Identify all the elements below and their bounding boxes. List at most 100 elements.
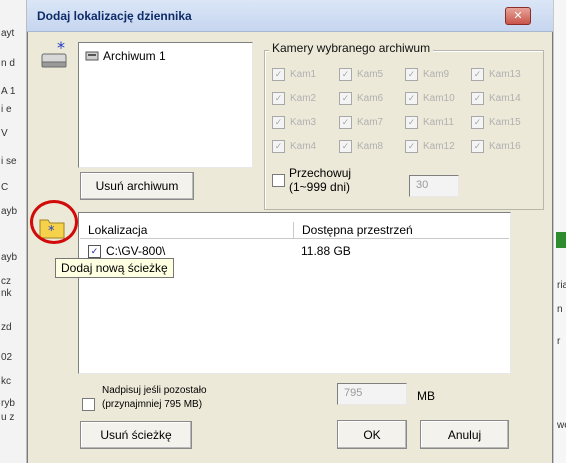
- archive-icon: [85, 51, 99, 61]
- background-text: we: [557, 420, 566, 431]
- camera-checkbox[interactable]: ✓ Kam12: [405, 140, 455, 153]
- background-text: ayb: [1, 206, 18, 217]
- camera-label: Kam7: [357, 117, 384, 128]
- add-archive-icon[interactable]: *: [40, 40, 70, 74]
- ok-button[interactable]: OK: [337, 420, 407, 449]
- highlight-circle: [30, 200, 78, 244]
- background-text: cz: [1, 276, 11, 287]
- camera-checkbox[interactable]: ✓ Kam6: [339, 92, 383, 105]
- camera-checkbox[interactable]: ✓ Kam4: [272, 140, 316, 153]
- checkbox-checked-icon: ✓: [339, 116, 352, 129]
- background-left-strip: ayt n d A 1 i e Vi se Cayb ayb cz nk zd 02 kc ryb u z: [0, 0, 27, 463]
- camera-checkbox[interactable]: ✓ Kam1: [272, 68, 316, 81]
- camera-checkbox[interactable]: ✓ Kam7: [339, 116, 383, 129]
- camera-label: Kam12: [423, 141, 455, 152]
- background-text: ria: [557, 280, 566, 291]
- camera-label: Kam3: [290, 117, 317, 128]
- retain-label: Przechowuj (1~999 dni): [289, 166, 351, 194]
- close-button[interactable]: ✕: [505, 7, 531, 25]
- checkbox-checked-icon: ✓: [405, 116, 418, 129]
- background-text: ayb: [1, 252, 18, 263]
- background-text: ayt: [1, 28, 15, 39]
- camera-label: Kam4: [290, 141, 317, 152]
- camera-label: Kam8: [357, 141, 384, 152]
- checkbox-checked-icon: ✓: [471, 116, 484, 129]
- archive-list[interactable]: Archiwum 1: [78, 42, 253, 168]
- camera-checkbox[interactable]: ✓ Kam5: [339, 68, 383, 81]
- retain-days-input[interactable]: 30: [409, 175, 459, 197]
- background-text: ryb: [1, 398, 15, 409]
- checkbox-checked-icon: ✓: [272, 92, 285, 105]
- camera-checkbox[interactable]: ✓ Kam11: [405, 116, 454, 129]
- checkbox-checked-icon: ✓: [405, 140, 418, 153]
- checkbox-checked-icon: ✓: [471, 92, 484, 105]
- table-row[interactable]: ✓ C:\GV-800\: [88, 244, 165, 258]
- camera-label: Kam14: [489, 93, 521, 104]
- camera-checkbox[interactable]: ✓ Kam14: [471, 92, 521, 105]
- close-icon: ✕: [513, 10, 523, 22]
- camera-label: Kam6: [357, 93, 384, 104]
- camera-label: Kam15: [489, 117, 521, 128]
- camera-checkbox[interactable]: ✓ Kam3: [272, 116, 316, 129]
- checkbox-checked-icon: ✓: [471, 68, 484, 81]
- background-text: u z: [1, 412, 15, 423]
- camera-label: Kam1: [290, 69, 317, 80]
- background-text: n d: [1, 58, 15, 69]
- camera-checkbox[interactable]: ✓ Kam15: [471, 116, 521, 129]
- background-text: 02: [1, 352, 13, 363]
- overwrite-unit: MB: [417, 389, 435, 403]
- background-text: C: [1, 182, 9, 193]
- camera-checkbox[interactable]: ✓ Kam10: [405, 92, 455, 105]
- path-cell: C:\GV-800\: [106, 244, 166, 258]
- archive-list-item[interactable]: Archiwum 1: [85, 49, 166, 63]
- camera-label: Kam16: [489, 141, 521, 152]
- background-green-tab: [556, 232, 566, 248]
- column-header-space[interactable]: Dostępna przestrzeń: [294, 222, 509, 238]
- camera-label: Kam11: [423, 117, 454, 128]
- camera-label: Kam2: [290, 93, 317, 104]
- checkbox-checked-icon: ✓: [471, 140, 484, 153]
- cancel-button[interactable]: Anuluj: [420, 420, 509, 449]
- background-text: i se: [1, 156, 17, 167]
- retain-label-line1: Przechowuj: [289, 166, 352, 180]
- checkbox-checked-icon: ✓: [272, 116, 285, 129]
- background-text: i e: [1, 104, 12, 115]
- overwrite-label: Nadpisuj jeśli pozostało (przynajmniej 7…: [102, 384, 207, 412]
- camera-checkbox[interactable]: ✓ Kam8: [339, 140, 383, 153]
- overwrite-mb-input[interactable]: 795: [337, 383, 407, 405]
- archive-item-label: Archiwum 1: [103, 49, 166, 63]
- camera-checkbox[interactable]: ✓ Kam13: [471, 68, 521, 81]
- space-cell: 11.88 GB: [301, 244, 351, 258]
- checkbox-checked-icon: ✓: [272, 140, 285, 153]
- camera-label: Kam10: [423, 93, 455, 104]
- path-checkbox[interactable]: ✓: [88, 244, 101, 258]
- background-text: A 1: [1, 86, 16, 97]
- header-divider: [80, 238, 509, 239]
- cameras-group-legend: Kamery wybranego archiwum: [269, 41, 434, 55]
- checkbox-checked-icon: ✓: [405, 92, 418, 105]
- checkbox-checked-icon: ✓: [339, 140, 352, 153]
- retain-checkbox[interactable]: [272, 174, 285, 190]
- camera-label: Kam5: [357, 69, 384, 80]
- checkbox-checked-icon: ✓: [339, 68, 352, 81]
- camera-checkbox[interactable]: ✓ Kam2: [272, 92, 316, 105]
- background-text: nk: [1, 288, 12, 299]
- overwrite-label-line1: Nadpisuj jeśli pozostało: [102, 385, 207, 396]
- checkbox-checked-icon: ✓: [405, 68, 418, 81]
- retain-label-line2: (1~999 dni): [289, 180, 351, 194]
- checkbox-checked-icon: ✓: [339, 92, 352, 105]
- camera-checkbox[interactable]: ✓ Kam16: [471, 140, 521, 153]
- remove-archive-button[interactable]: Usuń archiwum: [80, 172, 194, 200]
- remove-path-button[interactable]: Usuń ścieżkę: [80, 421, 192, 449]
- column-header-location[interactable]: Lokalizacja: [80, 222, 294, 238]
- checkbox-checked-icon: ✓: [272, 68, 285, 81]
- overwrite-checkbox[interactable]: [82, 398, 95, 414]
- camera-label: Kam13: [489, 69, 521, 80]
- camera-checkbox[interactable]: ✓ Kam9: [405, 68, 449, 81]
- dialog-title: Dodaj lokalizację dziennika: [37, 9, 192, 23]
- add-path-tooltip: Dodaj nową ścieżkę: [55, 258, 174, 278]
- background-text: kc: [1, 376, 11, 387]
- camera-label: Kam9: [423, 69, 450, 80]
- background-text: r: [557, 336, 561, 347]
- overwrite-label-line2: (przynajmniej 795 MB): [102, 399, 203, 410]
